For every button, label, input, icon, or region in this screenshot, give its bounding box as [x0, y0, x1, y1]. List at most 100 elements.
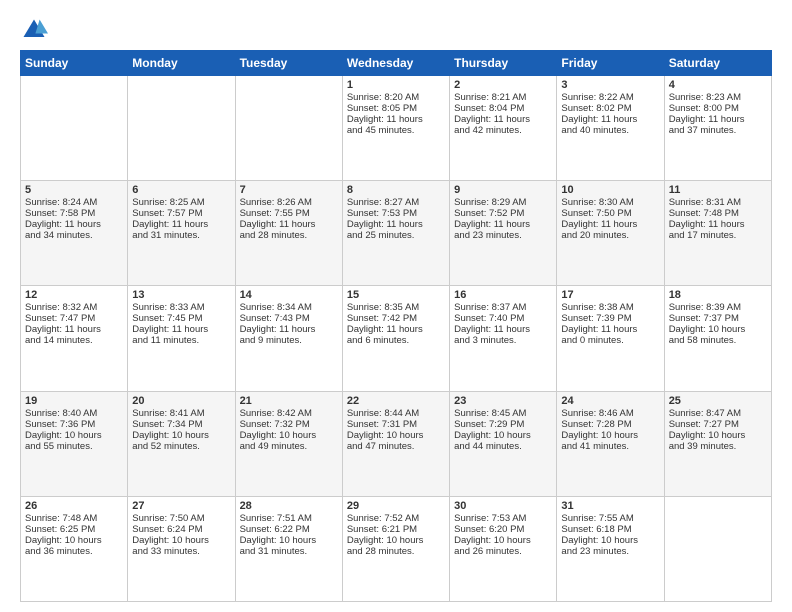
day-info: Sunset: 7:32 PM — [240, 419, 338, 430]
calendar-cell — [128, 76, 235, 181]
day-info: Sunrise: 7:55 AM — [561, 513, 659, 524]
calendar-cell: 15Sunrise: 8:35 AMSunset: 7:42 PMDayligh… — [342, 286, 449, 391]
calendar-header-saturday: Saturday — [664, 51, 771, 76]
day-info: and 0 minutes. — [561, 335, 659, 346]
day-number: 29 — [347, 500, 445, 512]
day-info: and 14 minutes. — [25, 335, 123, 346]
day-info: Sunrise: 8:42 AM — [240, 408, 338, 419]
day-info: Sunset: 7:29 PM — [454, 419, 552, 430]
day-number: 23 — [454, 395, 552, 407]
day-info: Daylight: 11 hours — [561, 219, 659, 230]
calendar-cell: 30Sunrise: 7:53 AMSunset: 6:20 PMDayligh… — [450, 496, 557, 601]
calendar-week-row: 19Sunrise: 8:40 AMSunset: 7:36 PMDayligh… — [21, 391, 772, 496]
day-info: Daylight: 10 hours — [132, 430, 230, 441]
day-info: Sunset: 8:05 PM — [347, 103, 445, 114]
calendar-cell — [235, 76, 342, 181]
day-number: 18 — [669, 289, 767, 301]
day-info: Sunrise: 7:48 AM — [25, 513, 123, 524]
day-info: Daylight: 11 hours — [132, 324, 230, 335]
day-info: Sunrise: 8:20 AM — [347, 92, 445, 103]
calendar-cell — [664, 496, 771, 601]
calendar-header-row: SundayMondayTuesdayWednesdayThursdayFrid… — [21, 51, 772, 76]
day-info: and 28 minutes. — [240, 230, 338, 241]
calendar-header-tuesday: Tuesday — [235, 51, 342, 76]
day-info: Sunrise: 8:39 AM — [669, 302, 767, 313]
day-info: Daylight: 11 hours — [347, 114, 445, 125]
day-info: Daylight: 11 hours — [454, 324, 552, 335]
day-info: and 36 minutes. — [25, 546, 123, 557]
day-info: Sunset: 7:31 PM — [347, 419, 445, 430]
calendar-cell: 17Sunrise: 8:38 AMSunset: 7:39 PMDayligh… — [557, 286, 664, 391]
day-info: Sunrise: 8:35 AM — [347, 302, 445, 313]
calendar-cell: 3Sunrise: 8:22 AMSunset: 8:02 PMDaylight… — [557, 76, 664, 181]
day-info: Sunset: 7:45 PM — [132, 313, 230, 324]
day-info: Daylight: 11 hours — [347, 219, 445, 230]
day-info: Sunset: 7:40 PM — [454, 313, 552, 324]
calendar-cell: 8Sunrise: 8:27 AMSunset: 7:53 PMDaylight… — [342, 181, 449, 286]
day-info: and 49 minutes. — [240, 441, 338, 452]
calendar-cell: 22Sunrise: 8:44 AMSunset: 7:31 PMDayligh… — [342, 391, 449, 496]
day-info: Sunrise: 8:29 AM — [454, 197, 552, 208]
calendar-cell: 23Sunrise: 8:45 AMSunset: 7:29 PMDayligh… — [450, 391, 557, 496]
day-info: Sunset: 7:42 PM — [347, 313, 445, 324]
day-number: 26 — [25, 500, 123, 512]
day-info: Daylight: 10 hours — [347, 535, 445, 546]
day-number: 2 — [454, 79, 552, 91]
day-info: and 28 minutes. — [347, 546, 445, 557]
calendar-cell: 10Sunrise: 8:30 AMSunset: 7:50 PMDayligh… — [557, 181, 664, 286]
day-info: Sunset: 7:58 PM — [25, 208, 123, 219]
day-info: Daylight: 11 hours — [240, 324, 338, 335]
day-info: Daylight: 10 hours — [454, 535, 552, 546]
day-info: Daylight: 10 hours — [347, 430, 445, 441]
day-number: 1 — [347, 79, 445, 91]
day-info: Sunrise: 8:22 AM — [561, 92, 659, 103]
day-info: and 31 minutes. — [240, 546, 338, 557]
day-info: and 34 minutes. — [25, 230, 123, 241]
logo-icon — [20, 16, 48, 44]
day-info: Daylight: 11 hours — [454, 114, 552, 125]
day-info: Daylight: 10 hours — [240, 430, 338, 441]
calendar-header-wednesday: Wednesday — [342, 51, 449, 76]
day-info: Sunset: 7:27 PM — [669, 419, 767, 430]
day-info: Sunrise: 8:41 AM — [132, 408, 230, 419]
day-info: Sunset: 7:36 PM — [25, 419, 123, 430]
day-number: 7 — [240, 184, 338, 196]
day-info: Sunrise: 8:37 AM — [454, 302, 552, 313]
day-info: Daylight: 10 hours — [240, 535, 338, 546]
day-info: and 41 minutes. — [561, 441, 659, 452]
calendar-header-thursday: Thursday — [450, 51, 557, 76]
day-info: Sunset: 6:22 PM — [240, 524, 338, 535]
day-info: Daylight: 10 hours — [669, 430, 767, 441]
day-info: Sunrise: 7:51 AM — [240, 513, 338, 524]
calendar-cell: 9Sunrise: 8:29 AMSunset: 7:52 PMDaylight… — [450, 181, 557, 286]
day-info: Daylight: 10 hours — [25, 535, 123, 546]
day-info: Sunset: 7:48 PM — [669, 208, 767, 219]
day-number: 9 — [454, 184, 552, 196]
day-info: Sunset: 7:34 PM — [132, 419, 230, 430]
day-info: and 44 minutes. — [454, 441, 552, 452]
day-number: 19 — [25, 395, 123, 407]
day-info: Sunset: 7:39 PM — [561, 313, 659, 324]
day-info: and 47 minutes. — [347, 441, 445, 452]
day-number: 31 — [561, 500, 659, 512]
calendar-cell: 16Sunrise: 8:37 AMSunset: 7:40 PMDayligh… — [450, 286, 557, 391]
day-info: Daylight: 10 hours — [454, 430, 552, 441]
calendar-cell: 11Sunrise: 8:31 AMSunset: 7:48 PMDayligh… — [664, 181, 771, 286]
day-info: Sunset: 7:53 PM — [347, 208, 445, 219]
calendar-cell: 31Sunrise: 7:55 AMSunset: 6:18 PMDayligh… — [557, 496, 664, 601]
day-info: Daylight: 11 hours — [347, 324, 445, 335]
day-number: 11 — [669, 184, 767, 196]
day-info: Daylight: 11 hours — [669, 114, 767, 125]
day-number: 5 — [25, 184, 123, 196]
calendar-header-sunday: Sunday — [21, 51, 128, 76]
day-info: and 39 minutes. — [669, 441, 767, 452]
day-number: 4 — [669, 79, 767, 91]
day-info: and 17 minutes. — [669, 230, 767, 241]
day-number: 27 — [132, 500, 230, 512]
day-number: 16 — [454, 289, 552, 301]
day-info: Sunrise: 8:32 AM — [25, 302, 123, 313]
day-info: Sunrise: 8:46 AM — [561, 408, 659, 419]
day-info: Sunset: 6:20 PM — [454, 524, 552, 535]
day-info: Sunset: 8:00 PM — [669, 103, 767, 114]
day-info: Sunset: 7:52 PM — [454, 208, 552, 219]
